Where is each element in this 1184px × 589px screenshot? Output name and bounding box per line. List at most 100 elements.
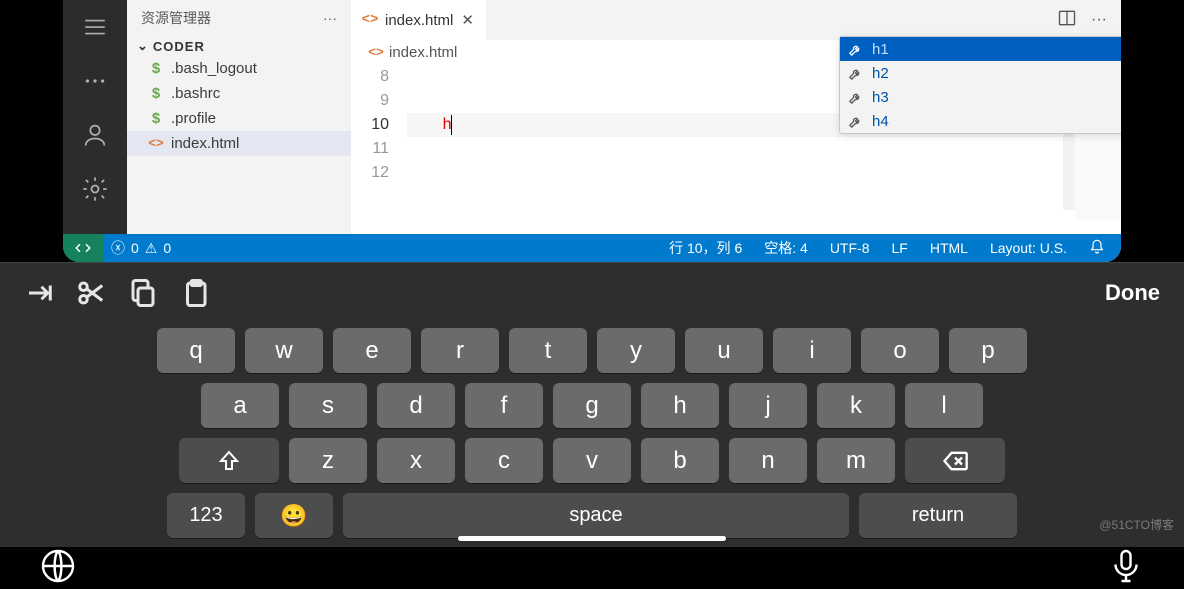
indentation[interactable]: 空格: 4 [764, 238, 808, 258]
file--profile[interactable]: $ .profile [127, 106, 351, 131]
done-button[interactable]: Done [1105, 280, 1160, 306]
key-emoji[interactable]: 😀 [255, 493, 333, 538]
tab-index-html[interactable]: <> index.html ✕ [351, 0, 486, 40]
key-k[interactable]: k [817, 383, 895, 428]
file-icon: <> [149, 136, 163, 151]
code-line-11[interactable] [407, 137, 1121, 161]
file-icon: $ [149, 85, 163, 102]
account-icon[interactable] [80, 120, 110, 150]
keyboard-layout[interactable]: Layout: U.S. [990, 240, 1067, 256]
keyboard-toolbar: Done [0, 262, 1184, 322]
key-n[interactable]: n [729, 438, 807, 483]
sidebar-title: 资源管理器 [141, 8, 211, 28]
key-y[interactable]: y [597, 328, 675, 373]
wrench-icon [848, 90, 864, 105]
file-name: .profile [171, 110, 216, 127]
paste-clipboard-icon[interactable] [180, 278, 210, 308]
suggestion-h2[interactable]: h2 [840, 61, 1121, 85]
menu-icon[interactable] [80, 12, 110, 42]
folder-header[interactable]: ⌄ CODER [127, 36, 351, 56]
key-q[interactable]: q [157, 328, 235, 373]
warning-icon[interactable]: ⚠ [145, 240, 158, 257]
key-a[interactable]: a [201, 383, 279, 428]
encoding[interactable]: UTF-8 [830, 240, 870, 256]
key-x[interactable]: x [377, 438, 455, 483]
more-icon[interactable] [80, 66, 110, 96]
split-editor-icon[interactable] [1057, 8, 1077, 33]
html-file-icon: <> [369, 45, 383, 60]
eol[interactable]: LF [891, 240, 907, 256]
wrench-icon [848, 114, 864, 129]
key-123[interactable]: 123 [167, 493, 245, 538]
suggestion-popup: h1Emmet Abbreviationh2 h3 h4 [839, 36, 1121, 134]
file--bash_logout[interactable]: $ .bash_logout [127, 56, 351, 81]
key-d[interactable]: d [377, 383, 455, 428]
key-i[interactable]: i [773, 328, 851, 373]
key-m[interactable]: m [817, 438, 895, 483]
key-u[interactable]: u [685, 328, 763, 373]
language-mode[interactable]: HTML [930, 240, 968, 256]
onscreen-keyboard: qwertyuiop asdfghjkl zxcvbnm 123 😀 space… [0, 322, 1184, 547]
notifications-bell-icon[interactable] [1089, 239, 1105, 258]
breadcrumb-label: index.html [389, 44, 457, 61]
settings-gear-icon[interactable] [80, 174, 110, 204]
warning-count[interactable]: 0 [163, 240, 171, 256]
key-c[interactable]: c [465, 438, 543, 483]
suggestion-h4[interactable]: h4 [840, 109, 1121, 133]
suggestion-h3[interactable]: h3 [840, 85, 1121, 109]
key-h[interactable]: h [641, 383, 719, 428]
file-icon: $ [149, 110, 163, 127]
suggestion-label: h4 [872, 113, 889, 130]
wrench-icon [848, 42, 864, 57]
key-o[interactable]: o [861, 328, 939, 373]
file--bashrc[interactable]: $ .bashrc [127, 81, 351, 106]
key-f[interactable]: f [465, 383, 543, 428]
key-return[interactable]: return [859, 493, 1017, 538]
file-name: .bashrc [171, 85, 220, 102]
file-name: .bash_logout [171, 60, 257, 77]
cursor-position[interactable]: 行 10，列 6 [669, 238, 742, 258]
error-count[interactable]: 0 [131, 240, 139, 256]
sidebar-more-icon[interactable]: ··· [323, 10, 337, 26]
microphone-icon[interactable] [1108, 548, 1144, 589]
wrench-icon [848, 66, 864, 81]
folder-name: CODER [153, 39, 205, 54]
globe-icon[interactable] [40, 548, 76, 589]
suggestion-label: h3 [872, 89, 889, 106]
activity-bar [63, 0, 127, 262]
key-e[interactable]: e [333, 328, 411, 373]
key-t[interactable]: t [509, 328, 587, 373]
error-icon[interactable]: ⓧ [111, 238, 125, 258]
watermark: @51CTO博客 [1099, 516, 1174, 533]
key-s[interactable]: s [289, 383, 367, 428]
key-g[interactable]: g [553, 383, 631, 428]
file-index-html[interactable]: <> index.html [127, 131, 351, 156]
file-name: index.html [171, 135, 239, 152]
remote-indicator-icon[interactable] [63, 234, 103, 262]
key-w[interactable]: w [245, 328, 323, 373]
key-j[interactable]: j [729, 383, 807, 428]
explorer-sidebar: 资源管理器 ··· ⌄ CODER $.bash_logout$.bashrc$… [127, 0, 351, 262]
key-backspace[interactable] [905, 438, 1005, 483]
home-indicator[interactable] [458, 536, 726, 541]
code-line-12[interactable] [407, 161, 1121, 185]
suggestion-h1[interactable]: h1Emmet Abbreviation [840, 37, 1121, 61]
cut-scissors-icon[interactable] [76, 278, 106, 308]
tab-more-icon[interactable]: ··· [1091, 11, 1107, 29]
tab-key-icon[interactable] [24, 278, 54, 308]
editor-area: <> index.html ✕ ··· <> index.html 891011… [351, 0, 1121, 262]
suggestion-label: h1 [872, 41, 889, 58]
key-v[interactable]: v [553, 438, 631, 483]
key-l[interactable]: l [905, 383, 983, 428]
key-z[interactable]: z [289, 438, 367, 483]
file-icon: $ [149, 60, 163, 77]
key-p[interactable]: p [949, 328, 1027, 373]
chevron-down-icon: ⌄ [137, 38, 149, 54]
html-file-icon: <> [363, 12, 377, 28]
key-b[interactable]: b [641, 438, 719, 483]
tab-close-icon[interactable]: ✕ [461, 11, 474, 29]
key-r[interactable]: r [421, 328, 499, 373]
copy-icon[interactable] [128, 278, 158, 308]
key-shift[interactable] [179, 438, 279, 483]
key-space[interactable]: space [343, 493, 849, 538]
